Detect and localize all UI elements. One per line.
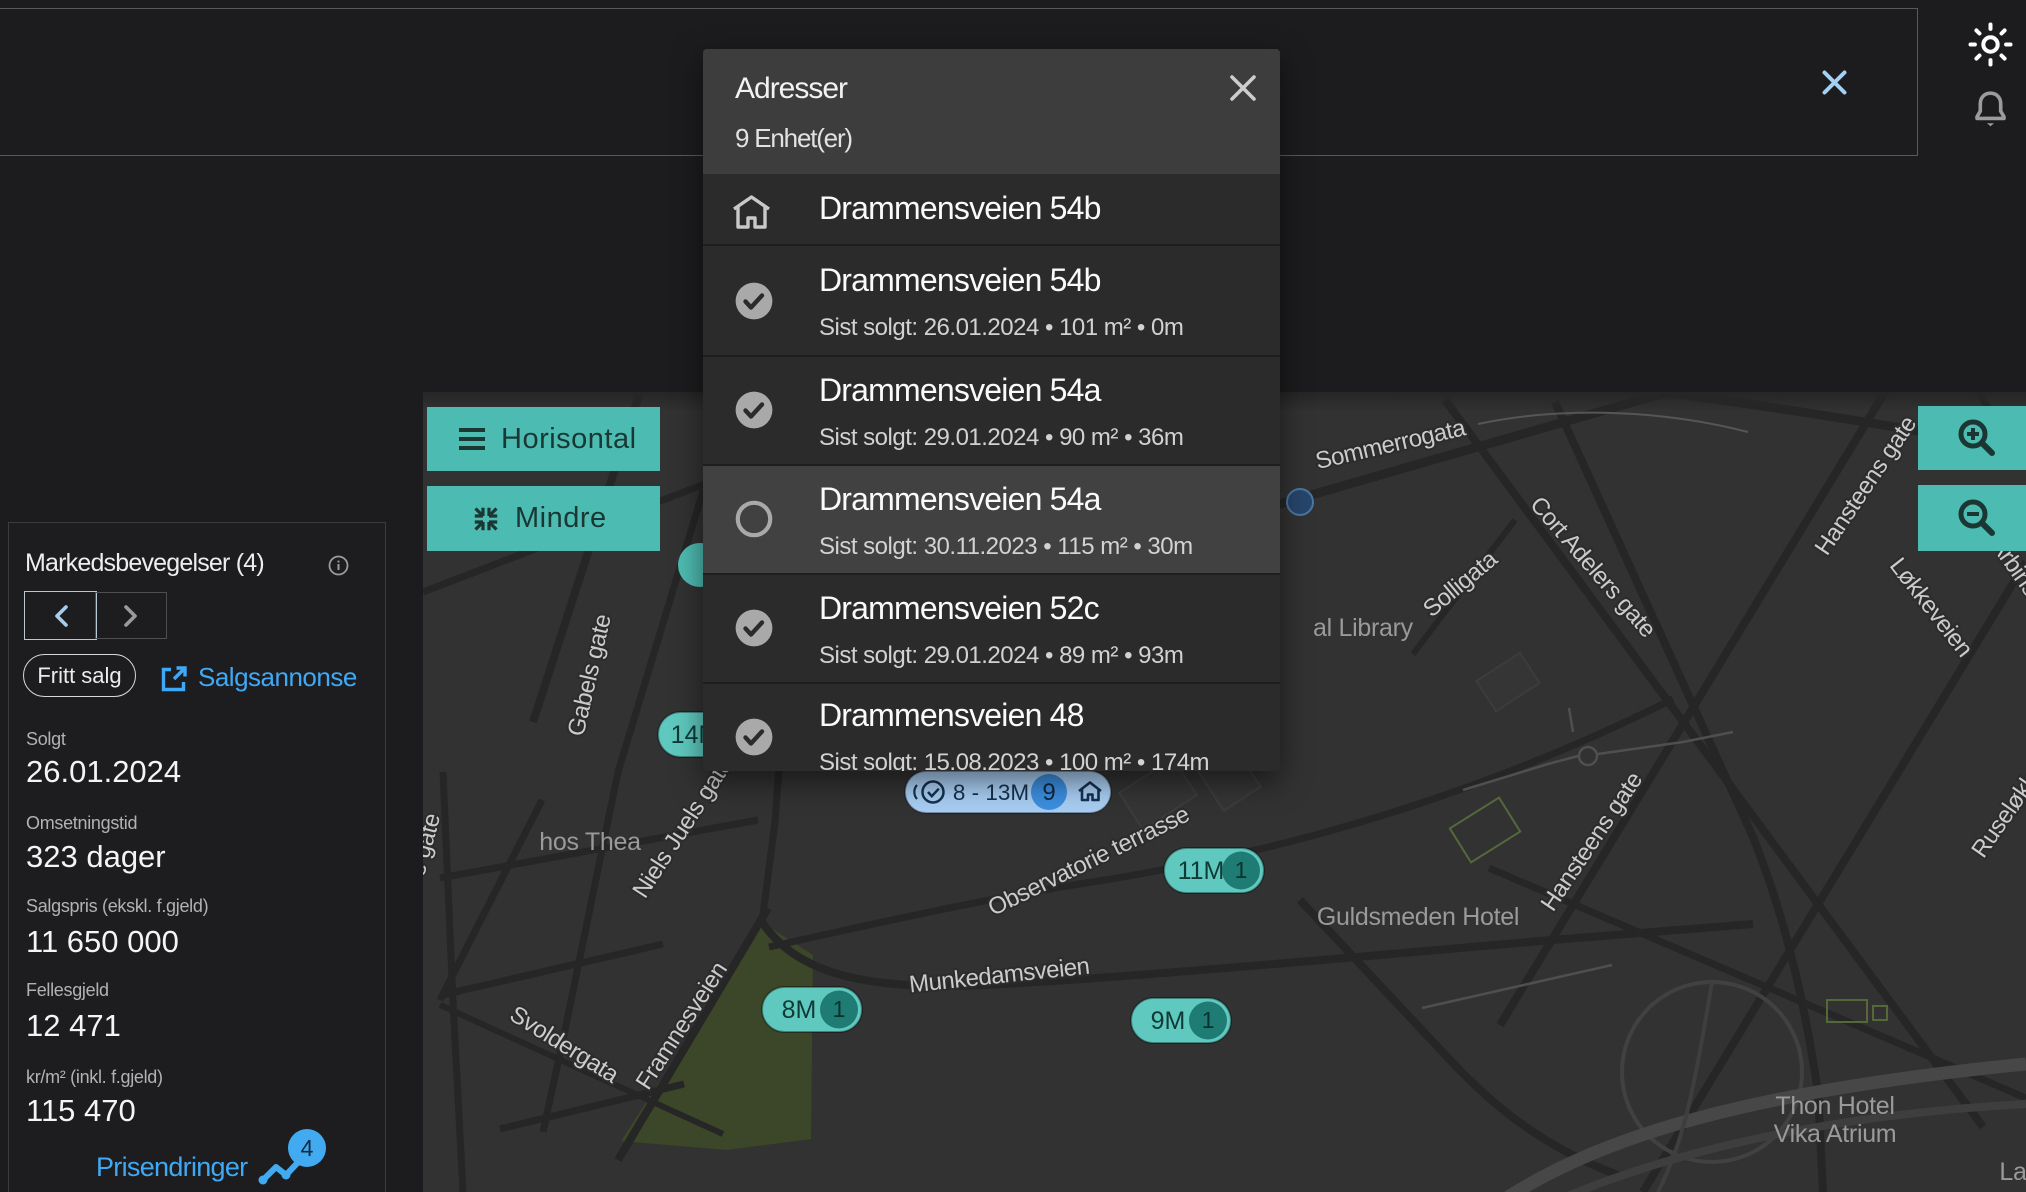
svg-text:9M: 9M: [1151, 1007, 1186, 1035]
svg-text:hos Thea: hos Thea: [539, 828, 641, 856]
svg-text:9: 9: [1042, 779, 1055, 806]
svg-text:8 - 13M: 8 - 13M: [953, 780, 1029, 805]
svg-text:al Library: al Library: [1313, 614, 1414, 642]
svg-text:La: La: [1999, 1158, 2026, 1186]
svg-text:8M: 8M: [782, 996, 817, 1024]
svg-text:1: 1: [1235, 857, 1248, 883]
svg-text:11M: 11M: [1178, 857, 1225, 885]
svg-text:1: 1: [833, 996, 846, 1022]
svg-text:Vika Atrium: Vika Atrium: [1774, 1120, 1897, 1148]
svg-text:Thon Hotel: Thon Hotel: [1775, 1092, 1894, 1120]
svg-text:1: 1: [1202, 1007, 1215, 1033]
svg-text:Guldsmeden Hotel: Guldsmeden Hotel: [1317, 903, 1519, 931]
